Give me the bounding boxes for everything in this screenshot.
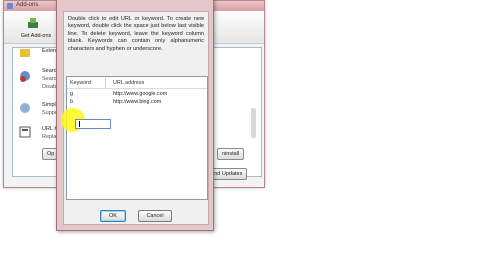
extension-icon [20,49,30,57]
search-icon [20,71,30,82]
cancel-button[interactable]: Cancel [138,210,172,222]
keyword-cell[interactable]: g [70,91,73,97]
get-addons-icon [28,18,38,28]
get-addons-button[interactable]: Get Add-ons [16,13,51,41]
puzzle-icon [20,103,30,113]
scrollbar[interactable] [251,108,256,138]
new-keyword-input[interactable] [75,119,111,129]
column-header-url[interactable]: URL address [113,80,144,86]
instructions-text: Double click to edit URL or keyword. To … [68,16,204,52]
text-caret [79,121,80,127]
keyword-table[interactable]: Keyword URL address g http://www.google.… [61,76,208,200]
get-addons-label: Get Add-ons [20,33,52,39]
url-keyword-dialog: Double click to edit URL or keyword. To … [56,0,214,231]
header-divider [67,88,207,89]
url-cell[interactable]: http://www.google.com [113,91,167,97]
url-keyword-icon [19,126,31,138]
firefox-icon [7,3,13,9]
window-title: Add-ons [16,2,39,8]
keyword-cell[interactable]: b [70,99,73,105]
column-header-keyword[interactable]: Keyword [70,80,91,86]
column-separator[interactable] [105,78,106,87]
url-cell[interactable]: http://www.bing.com [113,99,161,105]
dialog-body: Double click to edit URL or keyword. To … [61,11,209,225]
uninstall-button[interactable]: ninstall [217,148,245,160]
ok-button[interactable]: OK [100,210,126,222]
